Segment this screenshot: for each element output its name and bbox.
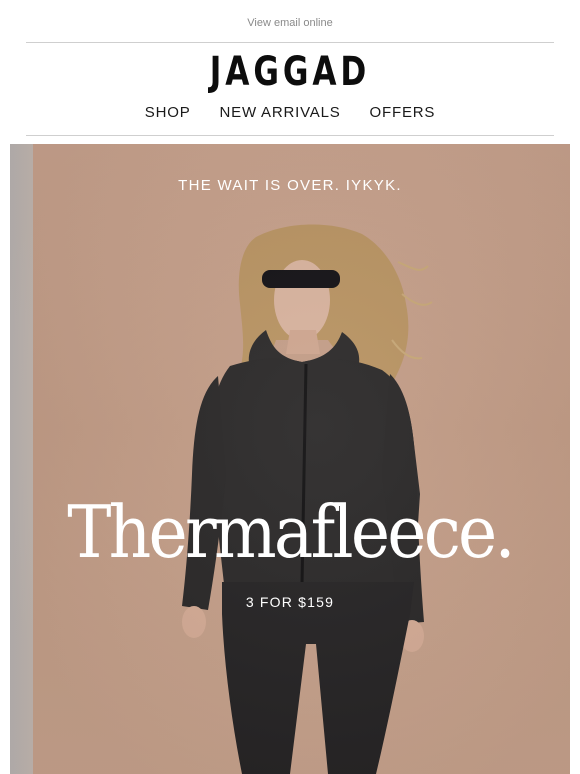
nav-new-arrivals[interactable]: NEW ARRIVALS <box>220 104 341 121</box>
hero-overlay <box>10 144 570 774</box>
nav-shop[interactable]: SHOP <box>145 104 191 121</box>
brand-logo[interactable]: JAGGAD <box>64 50 516 94</box>
view-email-online-link[interactable]: View email online <box>0 17 580 29</box>
hero-offer: 3 FOR $159 <box>245 594 335 610</box>
main-nav: SHOP NEW ARRIVALS OFFERS <box>0 104 580 121</box>
hero-headline: Thermafleece. <box>67 490 515 574</box>
header-divider-top <box>26 42 554 43</box>
hero-eyebrow: THE WAIT IS OVER. IYKYK. <box>178 177 402 194</box>
header-divider-bottom <box>26 135 554 136</box>
hero-banner[interactable]: THE WAIT IS OVER. IYKYK. Thermafleece. 3… <box>10 144 570 774</box>
nav-offers[interactable]: OFFERS <box>370 104 436 121</box>
